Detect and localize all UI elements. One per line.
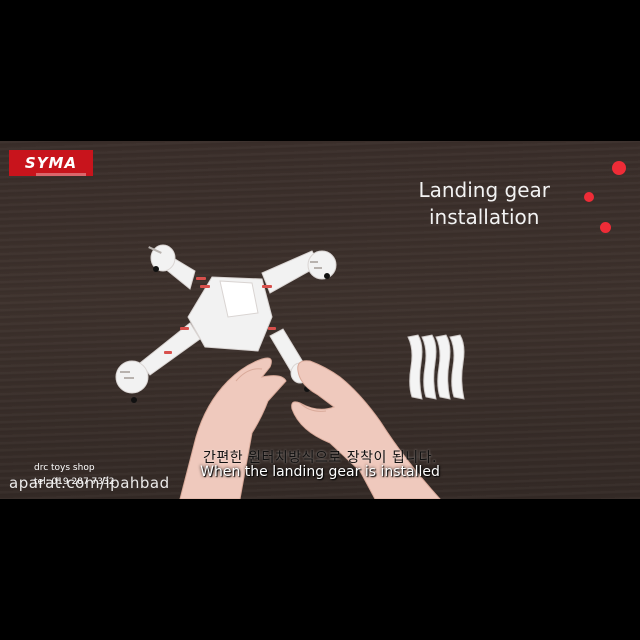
video-frame[interactable]: SYMA Landing gear installation 간편한 원터치방식… (0, 141, 640, 499)
watermark-phone: tel: 019 287 7332 (34, 477, 115, 487)
landing-gear-legs (407, 334, 465, 400)
watermark-shop: drc toys shop (34, 463, 95, 473)
scene-illustration (115, 244, 465, 499)
